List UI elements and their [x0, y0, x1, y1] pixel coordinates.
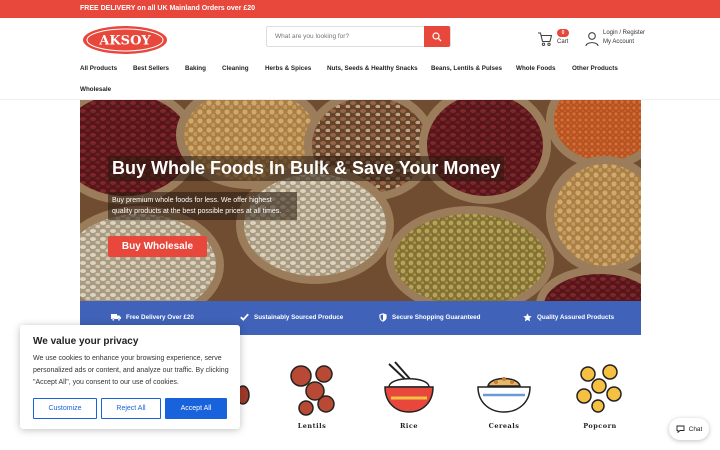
nav-beans-lentils[interactable]: Beans, Lentils & Pulses	[431, 65, 502, 72]
svg-text:AKSOY: AKSOY	[98, 34, 151, 49]
search-input[interactable]	[267, 27, 426, 46]
hero-banner: Buy Whole Foods In Bulk & Save Your Mone…	[80, 100, 641, 301]
category-label: Lentils	[297, 422, 327, 430]
aksoy-logo[interactable]: AKSOY	[82, 25, 168, 55]
cart-label: Cart	[557, 39, 569, 45]
nav-herbs-spices[interactable]: Herbs & Spices	[265, 65, 311, 72]
cookie-title: We value your privacy	[33, 336, 139, 347]
hero-subtitle: Buy premium whole foods for less. We off…	[108, 192, 297, 220]
buy-wholesale-button[interactable]: Buy Wholesale	[108, 236, 207, 257]
customize-button[interactable]: Customize	[33, 398, 97, 419]
feature-free-delivery: Free Delivery Over £20	[111, 313, 194, 321]
search-bar	[266, 26, 451, 47]
nav-all-products[interactable]: All Products	[80, 65, 117, 72]
promo-bar: FREE DELIVERY on all UK Mainland Orders …	[0, 0, 720, 18]
account-link[interactable]: Login / Register My Account	[585, 28, 655, 48]
nav-whole-foods[interactable]: Whole Foods	[516, 65, 556, 72]
nav-nuts-seeds[interactable]: Nuts, Seeds & Healthy Snacks	[327, 65, 418, 72]
rice-bowl-icon	[384, 361, 434, 413]
category-rice[interactable]: Rice	[374, 360, 444, 430]
nav-cleaning[interactable]: Cleaning	[222, 65, 249, 72]
check-icon	[240, 313, 249, 321]
category-cereals[interactable]: Cereals	[469, 360, 539, 430]
cookie-text: We use cookies to enhance your browsing …	[33, 355, 229, 386]
lentils-icon	[290, 365, 335, 416]
nav-wholesale[interactable]: Wholesale	[80, 86, 111, 93]
cereal-bowl-icon	[477, 377, 531, 413]
feature-secure: Secure Shopping Guaranteed	[379, 313, 481, 322]
shield-icon	[379, 313, 387, 322]
site-header: AKSOY 0 Cart Login / Register My Account	[0, 18, 720, 100]
feature-label: Sustainably Sourced Produce	[254, 313, 344, 321]
promo-text: FREE DELIVERY on all UK Mainland Orders …	[80, 5, 256, 12]
category-label: Rice	[400, 422, 418, 430]
search-button[interactable]	[424, 26, 450, 47]
chat-button[interactable]: Chat	[669, 418, 709, 440]
category-label: Cereals	[488, 422, 520, 430]
accept-all-button[interactable]: Accept All	[165, 398, 227, 419]
chat-icon	[676, 425, 685, 433]
nav-baking[interactable]: Baking	[185, 65, 206, 72]
account-text: Login / Register My Account	[603, 29, 645, 47]
nav-best-sellers[interactable]: Best Sellers	[133, 65, 169, 72]
reject-all-button[interactable]: Reject All	[101, 398, 161, 419]
feature-label: Secure Shopping Guaranteed	[392, 314, 481, 321]
category-popcorn[interactable]: Popcorn	[565, 360, 635, 430]
feature-quality: Quality Assured Products	[523, 313, 614, 322]
truck-icon	[111, 314, 121, 321]
category-lentils[interactable]: Lentils	[277, 360, 347, 430]
my-account-link[interactable]: My Account	[603, 38, 645, 47]
star-icon	[523, 313, 532, 322]
nav-other-products[interactable]: Other Products	[572, 65, 618, 72]
feature-sustainable: Sustainably Sourced Produce	[240, 313, 343, 321]
cookie-consent-dialog: We value your privacy We use cookies to …	[20, 325, 240, 429]
chat-label: Chat	[688, 425, 703, 433]
hero-title: Buy Whole Foods In Bulk & Save Your Mone…	[108, 156, 505, 181]
category-label: Popcorn	[583, 422, 617, 430]
user-icon	[585, 32, 599, 47]
cart-link[interactable]: 0 Cart	[537, 28, 577, 48]
cart-count-badge: 0	[557, 29, 569, 37]
feature-label: Quality Assured Products	[537, 314, 615, 321]
cart-icon	[538, 32, 553, 47]
search-icon	[432, 31, 442, 41]
popcorn-icon	[576, 364, 622, 413]
feature-label: Free Delivery Over £20	[126, 313, 194, 321]
login-register-link[interactable]: Login / Register	[603, 29, 645, 38]
